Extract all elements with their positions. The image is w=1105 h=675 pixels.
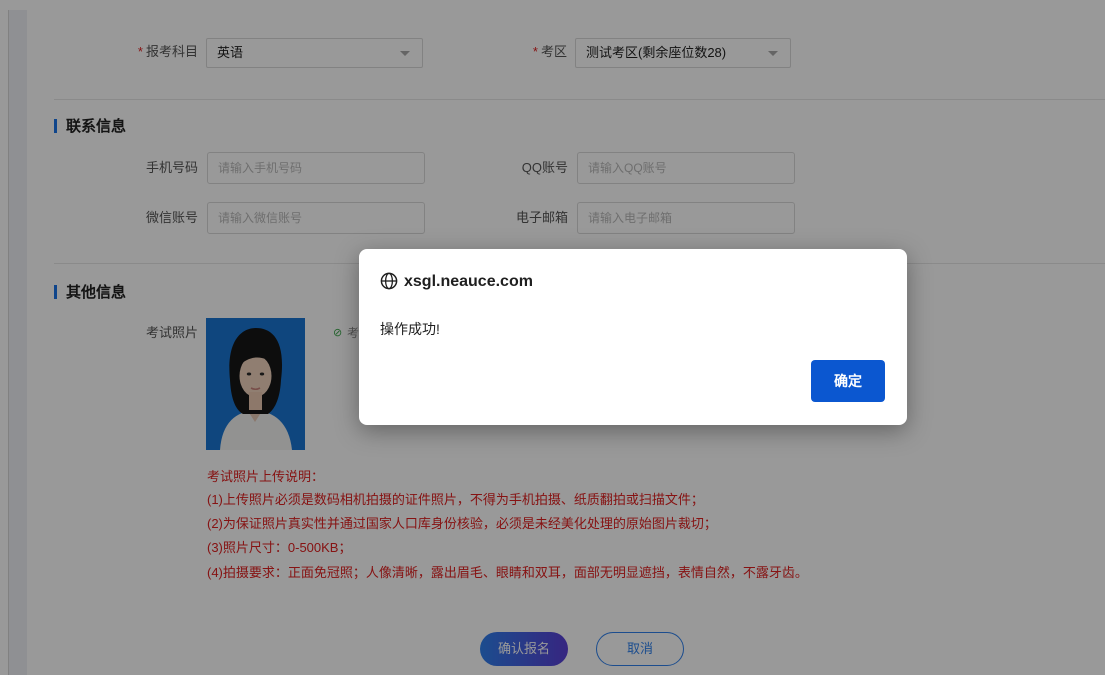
dialog-site: xsgl.neauce.com xyxy=(404,273,533,290)
dialog-message: 操作成功! xyxy=(380,321,440,337)
dialog-ok-button[interactable]: 确定 xyxy=(811,360,885,402)
dialog-title: xsgl.neauce.com xyxy=(380,271,533,293)
globe-icon xyxy=(380,272,398,290)
alert-dialog: xsgl.neauce.com 操作成功! 确定 xyxy=(359,249,907,425)
